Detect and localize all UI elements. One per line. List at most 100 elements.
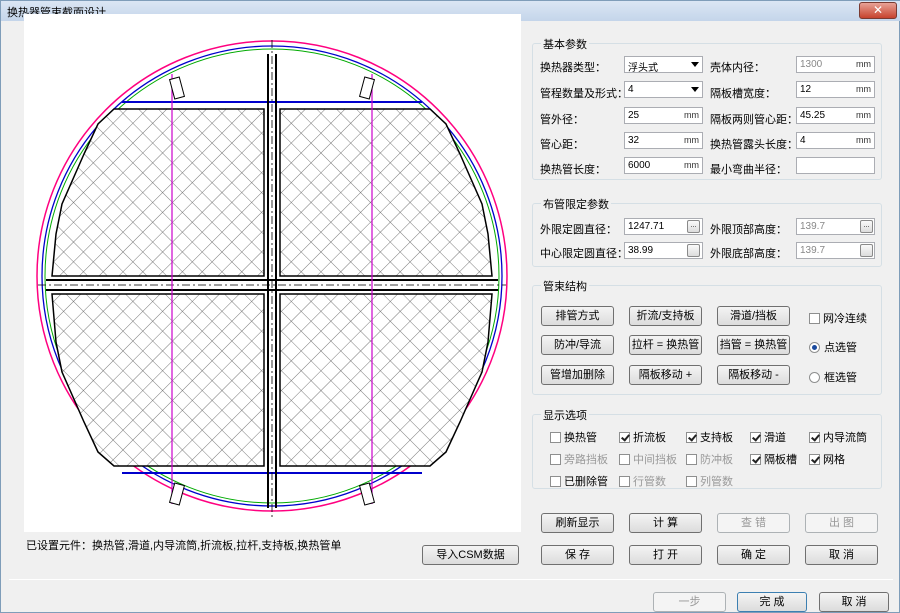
- layout-limits-title: 布管限定参数: [541, 196, 611, 212]
- tube-count-value: 4: [628, 84, 634, 95]
- save-button[interactable]: 保 存: [541, 545, 614, 565]
- prev-step-button[interactable]: 一步: [653, 592, 726, 612]
- pitch-value: 32: [628, 135, 640, 146]
- show-inner-guide-box: [809, 432, 820, 443]
- slide-plate-button[interactable]: 滑道/挡板: [717, 306, 790, 326]
- show-slides-box: [750, 432, 761, 443]
- show-bypass-checkbox[interactable]: 旁路挡板: [550, 451, 608, 467]
- outer-limit-label: 外限定圆直径：: [540, 224, 617, 236]
- open-button[interactable]: 打 开: [629, 545, 702, 565]
- section-drawing-canvas[interactable]: [24, 14, 521, 532]
- outer-top-value: 139.7: [800, 221, 826, 232]
- pitch-field[interactable]: 32 mm: [624, 132, 703, 149]
- partition-dist-field[interactable]: 45.25 mm: [796, 107, 875, 124]
- bundle-structure-title: 管束结构: [541, 278, 589, 294]
- cold-link-label: 网冷连续: [823, 313, 867, 325]
- tube-len-value: 6000: [628, 160, 651, 171]
- pitch-unit: mm: [684, 135, 699, 145]
- show-row-count-label: 行管数: [633, 476, 666, 488]
- outer-bottom-more-button[interactable]: [860, 244, 873, 257]
- bend-radius-field[interactable]: [796, 157, 875, 174]
- tube-len-field[interactable]: 6000 mm: [624, 157, 703, 174]
- tube-len-label: 换热管长度：: [540, 164, 606, 176]
- show-baffles-label: 折流板: [633, 432, 666, 444]
- show-partition-groove-label: 隔板槽: [764, 454, 797, 466]
- show-middle-plate-checkbox[interactable]: 中间挡板: [619, 451, 677, 467]
- tube-count-select[interactable]: 4: [624, 81, 703, 98]
- shell-id-label: 壳体内径：: [710, 62, 765, 74]
- cold-link-checkbox[interactable]: 网冷连续: [809, 310, 867, 326]
- show-inner-guide-checkbox[interactable]: 内导流筒: [809, 429, 867, 445]
- footer-separator: [9, 579, 893, 580]
- show-impact-plate-label: 防冲板: [700, 454, 733, 466]
- pitch-label: 管心距：: [540, 139, 584, 151]
- calculate-button[interactable]: 计 算: [629, 513, 702, 533]
- rect-select-dot: [809, 372, 820, 383]
- refresh-button[interactable]: 刷新显示: [541, 513, 614, 533]
- show-col-count-checkbox[interactable]: 列管数: [686, 473, 733, 489]
- show-slides-checkbox[interactable]: 滑道: [750, 429, 786, 445]
- ext-len-value: 4: [800, 135, 806, 146]
- show-impact-plate-checkbox[interactable]: 防冲板: [686, 451, 733, 467]
- show-tubes-checkbox[interactable]: 换热管: [550, 429, 597, 445]
- import-csm-button[interactable]: 导入CSM数据: [422, 545, 519, 565]
- arrange-button[interactable]: 排管方式: [541, 306, 614, 326]
- pick-tube-radio[interactable]: 点选管: [809, 339, 857, 355]
- tube-region-bl: [51, 293, 265, 467]
- move-partition-plus-button[interactable]: 隔板移动 +: [629, 365, 702, 385]
- wizard-cancel-button[interactable]: 取 消: [819, 592, 889, 612]
- chevron-down-icon: [691, 87, 699, 92]
- show-row-count-checkbox[interactable]: 行管数: [619, 473, 666, 489]
- tube-od-field[interactable]: 25 mm: [624, 107, 703, 124]
- show-partition-groove-checkbox[interactable]: 隔板槽: [750, 451, 797, 467]
- ok-button[interactable]: 确 定: [717, 545, 790, 565]
- hx-type-label: 换热器类型：: [540, 62, 606, 74]
- center-limit-more-button[interactable]: [687, 244, 700, 257]
- partition-dist-value: 45.25: [800, 110, 826, 121]
- block-tube-button[interactable]: 挡管 = 换热管: [717, 335, 790, 355]
- tube-od-value: 25: [628, 110, 640, 121]
- shell-id-field[interactable]: 1300 mm: [796, 56, 875, 73]
- show-col-count-label: 列管数: [700, 476, 733, 488]
- partition-width-field[interactable]: 12 mm: [796, 81, 875, 98]
- tube-od-label: 管外径：: [540, 114, 584, 126]
- check-errors-button[interactable]: 查 错: [717, 513, 790, 533]
- show-tubes-box: [550, 432, 561, 443]
- cancel-button[interactable]: 取 消: [805, 545, 878, 565]
- show-grid-checkbox[interactable]: 网格: [809, 451, 845, 467]
- ext-len-unit: mm: [856, 135, 871, 145]
- show-supports-label: 支持板: [700, 432, 733, 444]
- show-supports-checkbox[interactable]: 支持板: [686, 429, 733, 445]
- show-bypass-box: [550, 454, 561, 465]
- move-partition-minus-button[interactable]: 隔板移动 -: [717, 365, 790, 385]
- rect-select-radio[interactable]: 框选管: [809, 369, 857, 385]
- tube-count-label: 管程数量及形式：: [540, 88, 628, 100]
- hx-type-select[interactable]: 浮头式: [624, 56, 703, 74]
- tube-bundle-drawing: [36, 40, 508, 518]
- outer-bottom-label: 外限底部高度：: [710, 248, 787, 260]
- show-deleted-box: [550, 476, 561, 487]
- outer-limit-value: 1247.71: [628, 221, 665, 232]
- show-partition-groove-box: [750, 454, 761, 465]
- outer-bottom-value: 139.7: [800, 245, 826, 256]
- show-middle-plate-label: 中间挡板: [633, 454, 677, 466]
- impact-guide-button[interactable]: 防冲/导流: [541, 335, 614, 355]
- show-grid-box: [809, 454, 820, 465]
- ext-len-field[interactable]: 4 mm: [796, 132, 875, 149]
- partition-dist-unit: mm: [856, 110, 871, 120]
- show-baffles-checkbox[interactable]: 折流板: [619, 429, 666, 445]
- add-delete-tube-button[interactable]: 管增加删除: [541, 365, 614, 385]
- outer-limit-more-button[interactable]: ...: [687, 220, 700, 233]
- finish-button[interactable]: 完 成: [737, 592, 807, 612]
- export-drawing-button[interactable]: 出 图: [805, 513, 878, 533]
- tube-len-unit: mm: [684, 160, 699, 170]
- show-deleted-label: 已删除管: [564, 476, 608, 488]
- basic-params-title: 基本参数: [541, 36, 589, 52]
- close-button[interactable]: ✕: [859, 2, 897, 19]
- outer-top-more-button[interactable]: ...: [860, 220, 873, 233]
- show-deleted-checkbox[interactable]: 已删除管: [550, 473, 608, 489]
- pick-tube-dot: [809, 342, 820, 353]
- baffle-support-button[interactable]: 折流/支持板: [629, 306, 702, 326]
- configured-elements-text: 已设置元件：换热管,滑道,内导流筒,折流板,拉杆,支持板,换热管单: [26, 540, 342, 552]
- rod-tube-button[interactable]: 拉杆 = 换热管: [629, 335, 702, 355]
